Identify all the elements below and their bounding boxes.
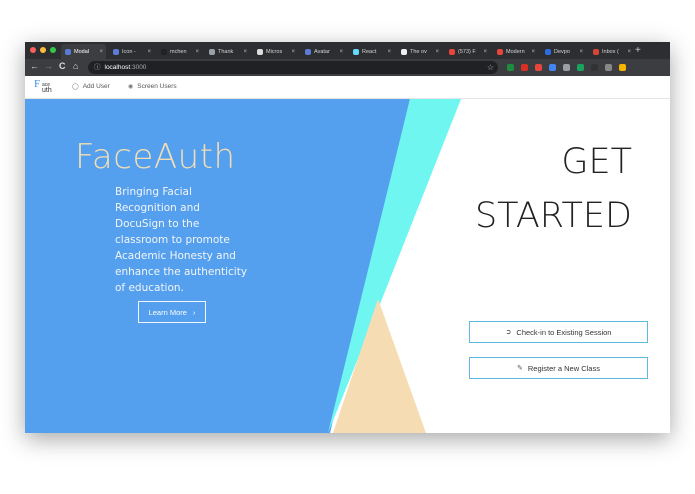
tab-strip: Modal × Icon - × mchen × Thank × Micros × Avatar… xyxy=(25,42,670,59)
extension-icon[interactable] xyxy=(577,64,584,71)
new-tab-button[interactable]: + xyxy=(635,45,641,56)
tab-favicon-icon xyxy=(305,48,311,55)
tab-title: Devpo xyxy=(554,48,570,55)
tab-close-icon[interactable]: × xyxy=(195,49,199,55)
browser-tab[interactable]: mchen × xyxy=(157,44,202,59)
tab-favicon-icon xyxy=(65,48,71,55)
tab-title: Avatar xyxy=(314,48,330,55)
back-icon[interactable]: ← xyxy=(30,61,39,71)
url-port: :3000 xyxy=(130,64,147,71)
extension-icon[interactable] xyxy=(619,64,626,71)
extension-icon[interactable] xyxy=(521,64,528,71)
browser-tab[interactable]: React × xyxy=(349,44,394,59)
tab-title: Modern xyxy=(506,48,525,55)
logo-f: F xyxy=(34,78,41,90)
tab-title: React xyxy=(362,48,377,55)
learn-more-label: Learn More xyxy=(148,307,187,317)
tab-close-icon[interactable]: × xyxy=(483,49,487,55)
info-icon[interactable]: ⓘ xyxy=(94,64,101,71)
tab-favicon-icon xyxy=(497,48,503,55)
browser-tab[interactable]: Thank × xyxy=(205,44,250,59)
signin-icon: ➲ xyxy=(505,329,512,336)
minimize-window-button[interactable] xyxy=(40,47,46,53)
home-icon[interactable]: ⌂ xyxy=(73,61,78,71)
url-host: localhost xyxy=(104,64,131,71)
tab-close-icon[interactable]: × xyxy=(243,49,247,55)
logo-uth: uth xyxy=(42,87,52,94)
bookmark-star-icon[interactable]: ☆ xyxy=(487,61,494,74)
browser-toolbar: ← → C ⌂ ⓘ localhost:3000 ☆ xyxy=(25,59,670,76)
browser-tab[interactable]: Modern × xyxy=(493,44,538,59)
nav-add-user-label: Add User xyxy=(82,83,110,90)
tab-favicon-icon xyxy=(545,48,551,55)
hero-tagline: Bringing Facial Recognition and DocuSign… xyxy=(115,186,248,294)
register-class-button[interactable]: ✎ Register a New Class xyxy=(469,357,648,379)
extension-icon[interactable] xyxy=(535,64,542,71)
tab-title: Micros xyxy=(266,48,283,55)
tab-close-icon[interactable]: × xyxy=(579,49,583,55)
tab-favicon-icon xyxy=(113,48,119,55)
extension-icon[interactable] xyxy=(591,64,598,71)
address-bar[interactable]: ⓘ localhost:3000 ☆ xyxy=(88,61,498,74)
user-icon: ◯ xyxy=(72,84,79,90)
tab-favicon-icon xyxy=(209,48,215,55)
tab-favicon-icon xyxy=(161,48,167,55)
browser-tab[interactable]: Micros × xyxy=(253,44,298,59)
tab-favicon-icon xyxy=(593,48,599,55)
tab-title: Icon - xyxy=(122,48,136,55)
tab-title: Modal xyxy=(74,48,89,55)
app-navbar: F ace uth ◯ Add User ◉ Screen Users xyxy=(25,76,670,99)
get-started-heading: GET STARTED xyxy=(475,135,632,243)
eye-icon: ◉ xyxy=(128,84,134,90)
tab-close-icon[interactable]: × xyxy=(387,49,391,55)
tab-title: (573) F xyxy=(458,48,476,55)
edit-icon: ✎ xyxy=(517,365,523,372)
extension-icon[interactable] xyxy=(507,64,514,71)
browser-window: Modal × Icon - × mchen × Thank × Micros × Avatar… xyxy=(25,42,670,433)
extension-icon[interactable] xyxy=(563,64,570,71)
chevron-right-icon: › xyxy=(192,307,196,317)
tab-favicon-icon xyxy=(449,48,455,55)
tab-close-icon[interactable]: × xyxy=(99,49,103,55)
tab-title: Thank xyxy=(218,48,234,55)
browser-tab[interactable]: Inbox ( × xyxy=(589,44,634,59)
extension-icon[interactable] xyxy=(605,64,612,71)
tab-close-icon[interactable]: × xyxy=(435,49,439,55)
checkin-session-button[interactable]: ➲ Check-in to Existing Session xyxy=(469,321,648,343)
browser-tab[interactable]: The ov × xyxy=(397,44,442,59)
faceauth-logo[interactable]: F ace uth xyxy=(34,78,56,95)
tab-favicon-icon xyxy=(257,48,263,55)
checkin-label: Check-in to Existing Session xyxy=(516,327,612,337)
nav-screen-users[interactable]: ◉ Screen Users xyxy=(128,83,177,90)
hero-section: FaceAuth Bringing Facial Recognition and… xyxy=(25,99,670,433)
learn-more-button[interactable]: Learn More › xyxy=(138,301,206,323)
maximize-window-button[interactable] xyxy=(50,47,56,53)
tab-favicon-icon xyxy=(401,48,407,55)
tab-close-icon[interactable]: × xyxy=(291,49,295,55)
tab-title: The ov xyxy=(410,48,427,55)
tab-close-icon[interactable]: × xyxy=(339,49,343,55)
nav-screen-users-label: Screen Users xyxy=(137,83,177,90)
brand-title: FaceAuth xyxy=(75,137,236,177)
close-window-button[interactable] xyxy=(30,47,36,53)
tab-close-icon[interactable]: × xyxy=(531,49,535,55)
browser-tab[interactable]: Modal × xyxy=(61,44,106,59)
browser-tab[interactable]: (573) F × xyxy=(445,44,490,59)
forward-icon[interactable]: → xyxy=(44,61,53,71)
browser-tab[interactable]: Devpo × xyxy=(541,44,586,59)
register-label: Register a New Class xyxy=(527,363,600,373)
tab-title: Inbox ( xyxy=(602,48,619,55)
get-line: GET xyxy=(561,142,632,182)
tab-favicon-icon xyxy=(353,48,359,55)
nav-add-user[interactable]: ◯ Add User xyxy=(72,83,110,90)
tab-title: mchen xyxy=(170,48,187,55)
browser-tab[interactable]: Icon - × xyxy=(109,44,154,59)
browser-tab[interactable]: Avatar × xyxy=(301,44,346,59)
extension-icon[interactable] xyxy=(549,64,556,71)
tab-close-icon[interactable]: × xyxy=(627,49,631,55)
reload-icon[interactable]: C xyxy=(59,61,66,71)
started-line: STARTED xyxy=(474,196,632,236)
tab-close-icon[interactable]: × xyxy=(147,49,151,55)
window-controls xyxy=(30,47,56,53)
